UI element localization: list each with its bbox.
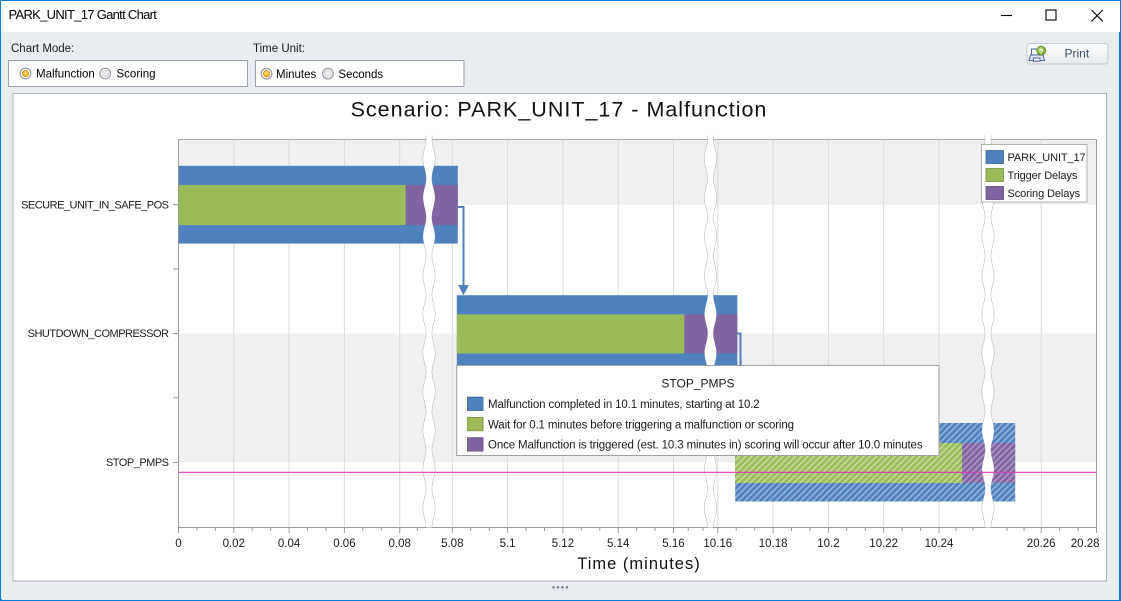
svg-text:Minutes: Minutes <box>276 69 317 81</box>
svg-text:Print: Print <box>1065 47 1090 61</box>
svg-text:?: ? <box>1039 47 1044 56</box>
svg-text:Seconds: Seconds <box>338 69 383 81</box>
svg-text:Scoring: Scoring <box>117 69 156 81</box>
svg-text:Malfunction: Malfunction <box>36 69 95 81</box>
